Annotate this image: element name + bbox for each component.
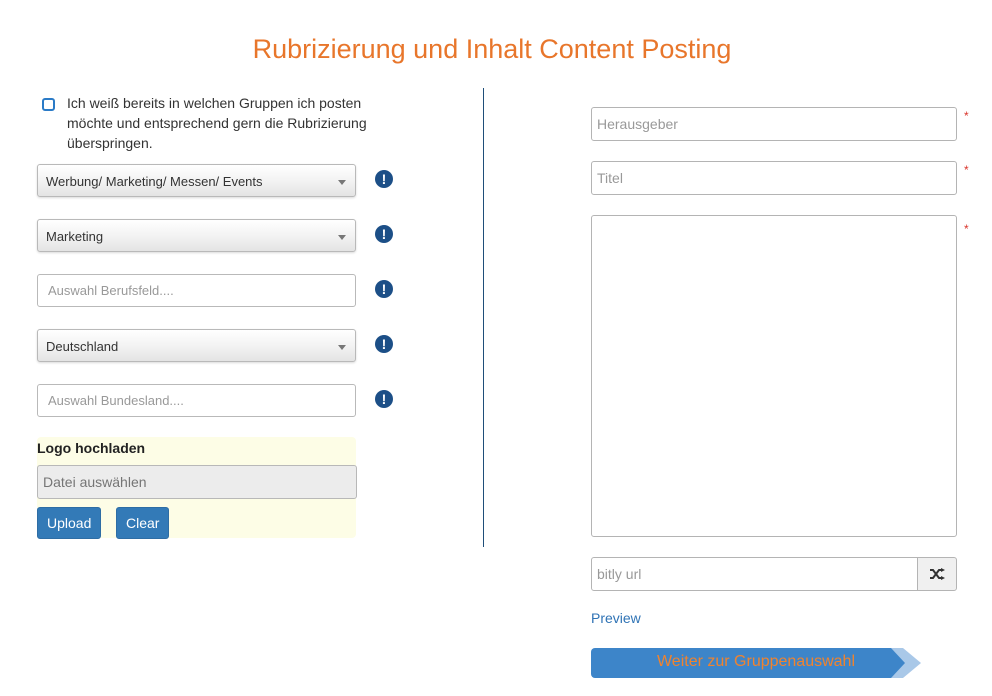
exclamation-circle-icon[interactable]: ! — [375, 225, 393, 243]
shuffle-icon — [930, 568, 945, 580]
upload-button[interactable]: Upload — [37, 507, 102, 539]
next-to-group-selection-button[interactable]: Weiter zur Gruppenauswahl — [591, 648, 921, 678]
file-select-input[interactable] — [37, 465, 357, 499]
skip-rubrization-checkbox[interactable] — [42, 98, 55, 111]
skip-rubrization-label: Ich weiß bereits in welchen Gruppen ich … — [67, 95, 367, 151]
exclamation-circle-icon[interactable]: ! — [375, 170, 393, 188]
country-select-value: Deutschland — [46, 339, 119, 354]
caret-down-icon — [338, 345, 346, 350]
bitly-url-input[interactable] — [591, 557, 918, 591]
logo-upload-title: Logo hochladen — [37, 440, 146, 456]
required-marker: * — [964, 109, 969, 123]
subcategory-select-value: Marketing — [46, 229, 104, 244]
berufsfeld-input[interactable] — [37, 274, 356, 307]
skip-rubrization-option[interactable]: Ich weiß bereits in welchen Gruppen ich … — [42, 93, 382, 153]
category-select[interactable]: Werbung/ Marketing/ Messen/ Events — [37, 164, 356, 197]
clear-button[interactable]: Clear — [116, 507, 170, 539]
column-divider — [483, 88, 484, 547]
next-button-label: Weiter zur Gruppenauswahl — [656, 653, 856, 670]
subcategory-select[interactable]: Marketing — [37, 219, 356, 252]
caret-down-icon — [338, 180, 346, 185]
herausgeber-input[interactable] — [591, 107, 957, 141]
page-title: Rubrizierung und Inhalt Content Posting — [252, 34, 732, 64]
country-select[interactable]: Deutschland — [37, 329, 356, 362]
shuffle-button[interactable] — [917, 557, 957, 591]
required-marker: * — [964, 222, 969, 236]
caret-down-icon — [338, 235, 346, 240]
bundesland-input[interactable] — [37, 384, 356, 417]
category-select-value: Werbung/ Marketing/ Messen/ Events — [46, 174, 263, 189]
preview-link[interactable]: Preview — [591, 610, 641, 626]
titel-input[interactable] — [591, 161, 957, 195]
content-textarea[interactable] — [591, 215, 957, 537]
exclamation-circle-icon[interactable]: ! — [375, 390, 393, 408]
exclamation-circle-icon[interactable]: ! — [375, 335, 393, 353]
required-marker: * — [964, 163, 969, 177]
exclamation-circle-icon[interactable]: ! — [375, 280, 393, 298]
